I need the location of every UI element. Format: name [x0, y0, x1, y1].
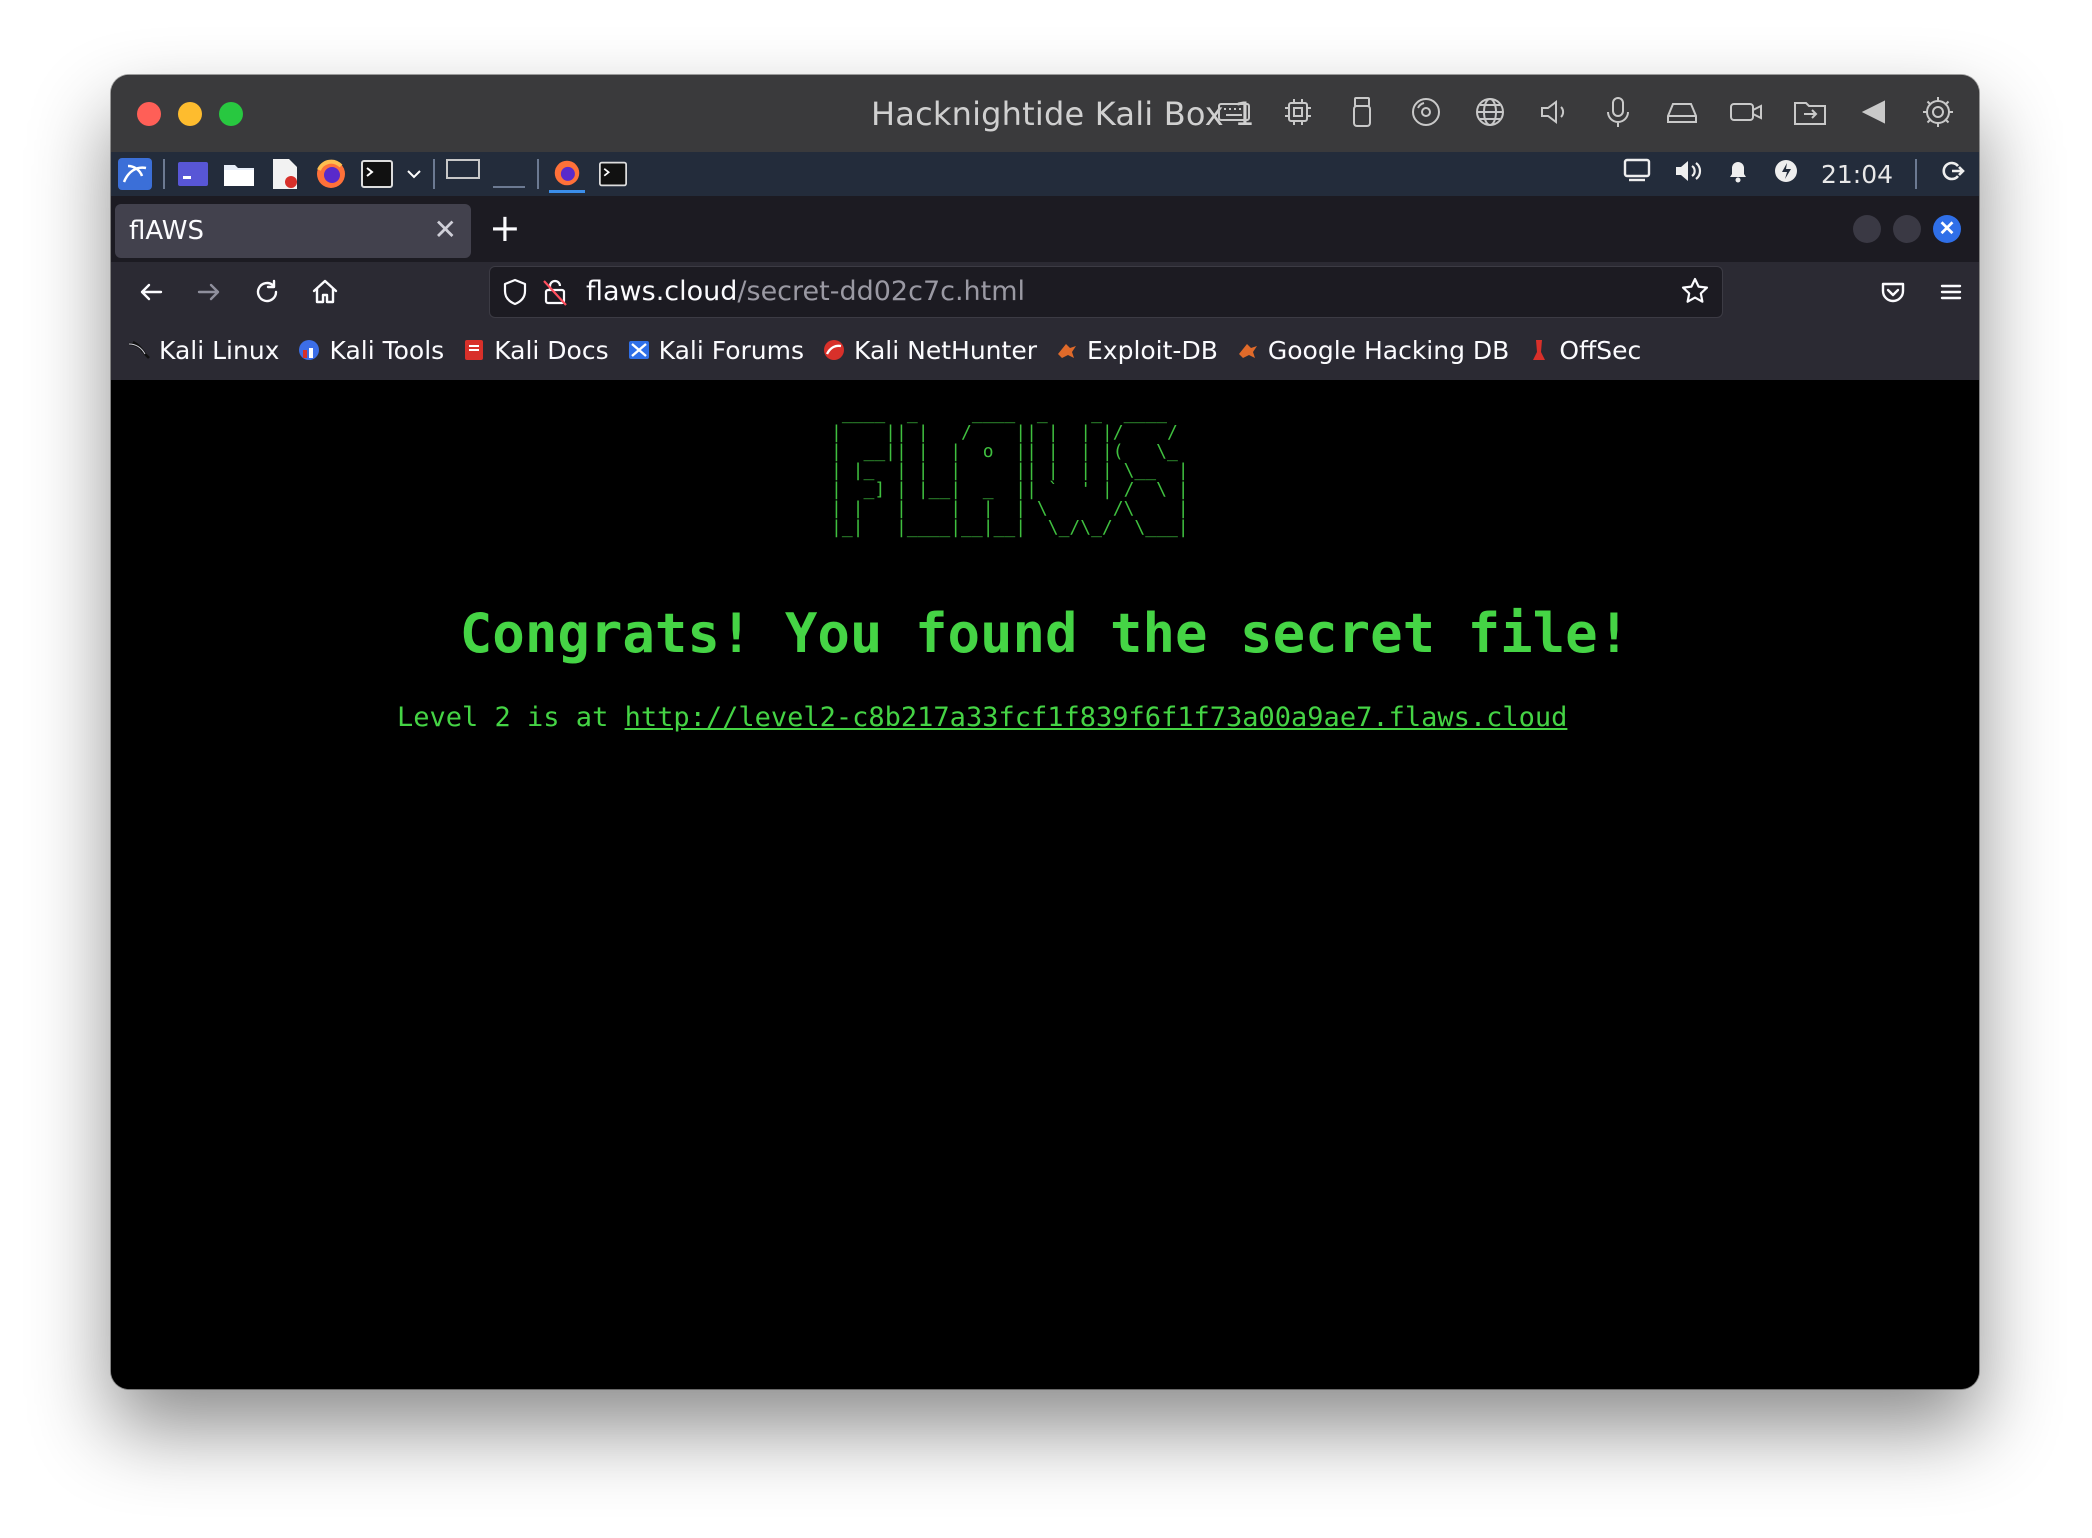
tab-title: flAWS — [129, 216, 204, 246]
new-tab-button[interactable]: + — [489, 206, 521, 250]
tracking-shield-icon[interactable] — [500, 277, 530, 312]
bookmark-exploit-db[interactable]: Exploit-DB — [1055, 336, 1218, 365]
home-icon — [312, 279, 338, 304]
terminal-launcher-icon[interactable] — [359, 157, 395, 191]
browser-minimize-button[interactable] — [1853, 215, 1881, 243]
kali-dragon-icon — [128, 340, 150, 359]
text-editor-icon[interactable] — [267, 157, 303, 191]
vm-titlebar: Hacknightide Kali Box 1 — [111, 75, 1979, 152]
flaws-ascii-logo: ____ _ ____ _ _ ____ | || | / || | | |/ … — [831, 403, 1189, 538]
kali-menu-icon[interactable] — [117, 157, 153, 191]
camera-icon[interactable] — [1725, 91, 1767, 133]
bookmark-google-hacking-db[interactable]: Google Hacking DB — [1236, 336, 1509, 365]
firefox-task-icon[interactable] — [549, 156, 585, 193]
browser-window-controls: ✕ — [1853, 215, 1961, 243]
pocket-icon — [1881, 282, 1905, 303]
microphone-icon[interactable] — [1597, 91, 1639, 133]
panel-separator — [163, 159, 165, 189]
kali-docs-icon — [465, 340, 484, 360]
tab-flaws[interactable]: flAWS ✕ — [115, 204, 471, 258]
close-window-button[interactable] — [137, 102, 161, 126]
panel-separator — [537, 159, 539, 189]
offsec-icon — [1533, 340, 1546, 360]
workspace-switcher-1[interactable] — [445, 157, 481, 191]
vm-window: Hacknightide Kali Box 1 21:04 flAWS ✕ + … — [111, 75, 1979, 1389]
browser-nav-bar: flaws.cloud/secret-dd02c7c.html — [111, 262, 1979, 320]
url-host: flaws.cloud — [586, 276, 738, 307]
google-hacking-db-icon — [1238, 344, 1257, 358]
url-path: /secret-dd02c7c.html — [737, 276, 1026, 307]
panel-separator — [433, 159, 435, 189]
panel-separator — [1915, 159, 1917, 189]
url-text[interactable]: flaws.cloud/secret-dd02c7c.html — [586, 276, 1025, 307]
chevron-down-icon[interactable] — [405, 157, 423, 191]
browser-tab-bar: flAWS ✕ + ✕ — [111, 196, 1979, 262]
volume-icon[interactable] — [1673, 158, 1703, 190]
kali-forums-icon — [628, 341, 649, 359]
bookmark-kali-tools[interactable]: Kali Tools — [297, 336, 444, 365]
file-manager-icon[interactable] — [221, 157, 257, 191]
kali-panel: 21:04 — [111, 152, 1979, 196]
disc-icon[interactable] — [1405, 91, 1447, 133]
notification-bell-icon[interactable] — [1725, 158, 1751, 190]
bookmark-kali-forums[interactable]: Kali Forums — [627, 336, 804, 365]
browser-maximize-button[interactable] — [1893, 215, 1921, 243]
terminal-task-icon[interactable] — [595, 157, 631, 191]
insecure-lock-icon[interactable] — [540, 277, 570, 312]
power-manager-icon[interactable] — [1773, 158, 1799, 190]
window-title: Hacknightide Kali Box 1 — [871, 95, 1255, 133]
panel-tray: 21:04 — [1623, 156, 1965, 192]
level-prefix: Level 2 is at — [397, 702, 625, 733]
browser-close-button[interactable]: ✕ — [1933, 215, 1961, 243]
bookmark-star-icon[interactable] — [1680, 276, 1710, 311]
page-heading: Congrats! You found the secret file! — [459, 602, 1631, 665]
minimize-window-button[interactable] — [178, 102, 202, 126]
panel-clock[interactable]: 21:04 — [1821, 160, 1893, 189]
keyboard-icon[interactable] — [1213, 91, 1255, 133]
bookmarks-toolbar: Kali Linux Kali Tools Kali Docs Kali For… — [111, 320, 1979, 380]
maximize-window-button[interactable] — [219, 102, 243, 126]
traffic-lights — [137, 102, 243, 126]
workspace-switcher-2[interactable] — [491, 157, 527, 191]
network-globe-icon[interactable] — [1469, 91, 1511, 133]
bookmark-kali-linux[interactable]: Kali Linux — [127, 336, 279, 365]
settings-gear-icon[interactable] — [1917, 91, 1959, 133]
speaker-icon[interactable] — [1533, 91, 1575, 133]
level2-link[interactable]: http://level2-c8b217a33fcf1f839f6f1f73a0… — [625, 702, 1568, 733]
home-button[interactable] — [305, 272, 345, 312]
drive-icon[interactable] — [1661, 91, 1703, 133]
forward-button[interactable] — [189, 272, 229, 312]
page-content: ____ _ ____ _ _ ____ | || | / || | | |/ … — [111, 380, 1979, 1389]
workspace-icon[interactable] — [175, 157, 211, 191]
panel-launchers — [117, 156, 631, 193]
arrow-right-icon — [197, 283, 220, 301]
pocket-button[interactable] — [1873, 272, 1913, 312]
vm-toolbar — [1213, 91, 1959, 133]
kali-tools-icon — [299, 340, 320, 360]
back-arrow-icon[interactable] — [1853, 91, 1895, 133]
display-icon[interactable] — [1623, 158, 1651, 190]
firefox-launcher-icon[interactable] — [313, 157, 349, 191]
shared-folder-icon[interactable] — [1789, 91, 1831, 133]
hamburger-menu-icon — [1940, 284, 1962, 300]
reload-button[interactable] — [247, 272, 287, 312]
logout-icon[interactable] — [1939, 158, 1965, 190]
kali-nethunter-icon — [824, 340, 845, 360]
cpu-icon[interactable] — [1277, 91, 1319, 133]
arrow-left-icon — [140, 283, 163, 301]
bookmark-kali-nethunter[interactable]: Kali NetHunter — [822, 336, 1037, 365]
tab-close-icon[interactable]: ✕ — [434, 213, 457, 246]
level-info: Level 2 is at http://level2-c8b217a33fcf… — [397, 702, 1567, 733]
app-menu-button[interactable] — [1931, 272, 1971, 312]
reload-icon — [256, 279, 278, 303]
bookmark-kali-docs[interactable]: Kali Docs — [462, 336, 609, 365]
back-button[interactable] — [131, 272, 171, 312]
usb-icon[interactable] — [1341, 91, 1383, 133]
url-bar[interactable]: flaws.cloud/secret-dd02c7c.html — [489, 266, 1723, 318]
exploit-db-icon — [1057, 344, 1076, 358]
bookmark-offsec[interactable]: OffSec — [1527, 336, 1641, 365]
